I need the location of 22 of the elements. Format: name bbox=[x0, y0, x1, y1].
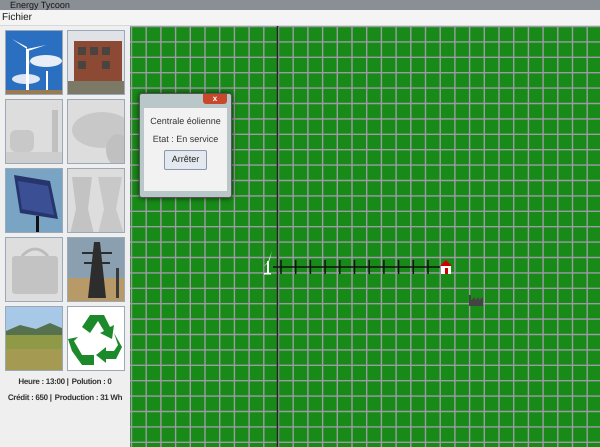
stop-button[interactable]: Arrêter bbox=[164, 150, 208, 170]
status-text: Etat : En service bbox=[152, 132, 218, 146]
status-text: Production : 31 Wh bbox=[54, 392, 122, 404]
palette-tile[interactable] bbox=[67, 30, 125, 95]
house-icon[interactable] bbox=[440, 260, 452, 274]
window-title: Energy Tycoon bbox=[10, 0, 70, 10]
palette-tile[interactable] bbox=[5, 306, 63, 371]
factory-icon[interactable] bbox=[469, 295, 483, 306]
status-text: Heure : 13:00 | bbox=[18, 376, 69, 388]
map-grid[interactable] bbox=[130, 26, 600, 447]
palette-tile[interactable] bbox=[5, 168, 63, 233]
palette-tile[interactable] bbox=[67, 306, 125, 371]
menu-item[interactable]: Fichier bbox=[2, 10, 32, 25]
palette-tile[interactable] bbox=[67, 237, 125, 302]
close-button[interactable]: x bbox=[203, 94, 227, 104]
palette-tile[interactable] bbox=[5, 30, 63, 95]
recycle-icon bbox=[68, 307, 124, 370]
power-line[interactable] bbox=[273, 260, 440, 274]
wind-turbine-icon[interactable] bbox=[263, 251, 272, 274]
dialog-title: Centrale éolienne bbox=[150, 115, 221, 128]
status-text: Crédit : 650 | bbox=[8, 392, 52, 404]
status-text: Polution : 0 bbox=[72, 376, 112, 388]
